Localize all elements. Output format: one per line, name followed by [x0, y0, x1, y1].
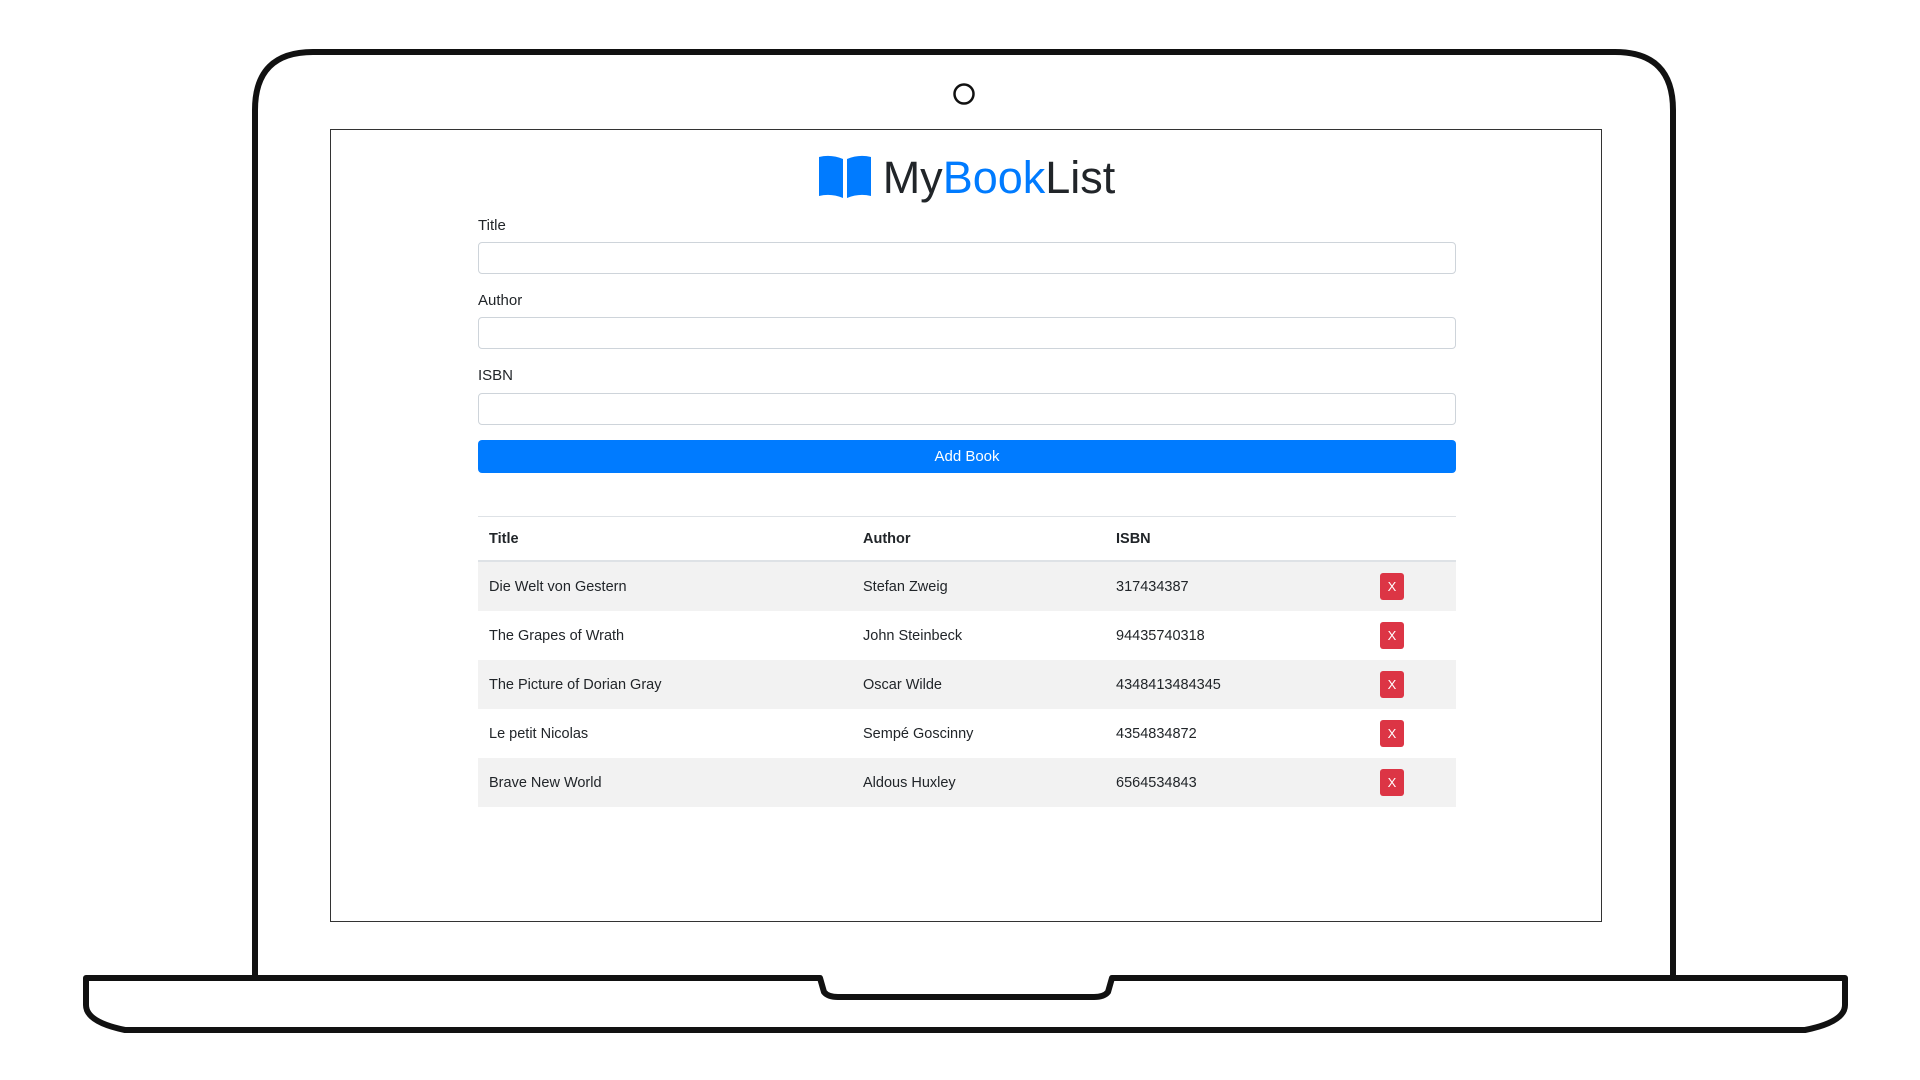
isbn-label: ISBN: [478, 367, 514, 384]
author-label: Author: [478, 292, 523, 309]
title-label: Title: [478, 217, 506, 234]
browser-viewport: MyBookList Title Author ISBN Add Book Ti…: [330, 129, 1602, 922]
book-author-cell: Aldous Huxley: [852, 758, 1105, 807]
table-row: Die Welt von Gestern Stefan Zweig 317434…: [478, 561, 1456, 611]
book-author-cell: Oscar Wilde: [852, 660, 1105, 709]
brand-prefix: My: [882, 152, 943, 203]
action-cell: X: [1365, 561, 1456, 611]
book-author-cell: Sempé Goscinny: [863, 725, 974, 742]
column-header-actions: [1365, 516, 1456, 562]
action-cell: X: [1365, 660, 1456, 709]
webcam: [953, 83, 975, 105]
delete-button[interactable]: X: [1380, 769, 1404, 796]
book-title-cell: Die Welt von Gestern: [478, 561, 852, 611]
delete-button[interactable]: X: [1380, 622, 1404, 649]
table-row: The Grapes of Wrath John Steinbeck 94435…: [478, 611, 1456, 660]
action-cell: X: [1365, 758, 1456, 807]
table-header-row: Title Author ISBN: [478, 516, 1456, 562]
author-input[interactable]: [478, 317, 1456, 349]
action-cell: X: [1365, 611, 1456, 660]
book-isbn-cell: 6564534843: [1105, 758, 1365, 807]
laptop-base: [83, 975, 1848, 1033]
column-header-title: Title: [478, 516, 852, 562]
book-list-table: Title Author ISBN Die Welt von Gestern S…: [478, 516, 1456, 807]
delete-button[interactable]: X: [1380, 720, 1404, 747]
book-author-cell: Stefan Zweig: [852, 561, 1105, 611]
add-book-button[interactable]: Add Book: [478, 440, 1456, 473]
title-input[interactable]: [478, 242, 1456, 274]
brand-suffix: List: [1045, 152, 1116, 203]
book-isbn-cell: 4348413484345: [1105, 660, 1365, 709]
book-isbn-cell: 4354834872: [1116, 725, 1197, 742]
book-title-cell: The Grapes of Wrath: [489, 627, 625, 644]
table-row: Brave New World Aldous Huxley 6564534843…: [478, 758, 1456, 807]
book-title-cell: The Picture of Dorian Gray: [478, 660, 852, 709]
book-open-icon: [818, 155, 871, 198]
book-title-cell: Brave New World: [478, 758, 852, 807]
book-author-cell: John Steinbeck: [863, 627, 963, 644]
isbn-input[interactable]: [478, 393, 1456, 425]
book-isbn-cell: 94435740318: [1116, 627, 1205, 644]
brand-accent: Book: [942, 152, 1046, 203]
app-title: MyBookList: [331, 148, 1601, 208]
table-row: Le petit Nicolas Sempé Goscinny 43548348…: [478, 709, 1456, 758]
action-cell: X: [1365, 709, 1456, 758]
delete-button[interactable]: X: [1380, 573, 1404, 600]
column-header-author: Author: [852, 516, 1105, 562]
delete-button[interactable]: X: [1380, 671, 1404, 698]
book-title-cell: Le petit Nicolas: [489, 725, 589, 742]
table-row: The Picture of Dorian Gray Oscar Wilde 4…: [478, 660, 1456, 709]
column-header-isbn: ISBN: [1105, 516, 1365, 562]
book-isbn-cell: 317434387: [1105, 561, 1365, 611]
